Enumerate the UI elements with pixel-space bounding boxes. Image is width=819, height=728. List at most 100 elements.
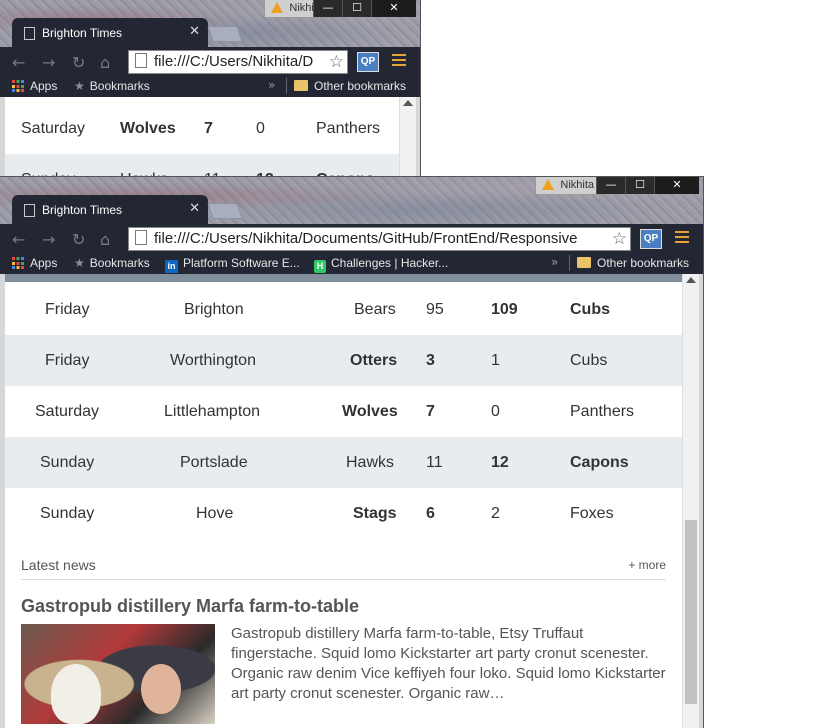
new-tab-button[interactable] xyxy=(207,26,243,42)
table-row: Sunday Portslade Hawks 11 12 Capons xyxy=(5,437,682,488)
location-cell: Portslade xyxy=(180,454,248,471)
plush-toy-shape xyxy=(51,664,101,724)
linkedin-icon: in xyxy=(165,260,178,273)
latest-news-header: Latest news + more xyxy=(21,557,666,580)
menu-icon[interactable] xyxy=(392,54,406,68)
tab-brighton-times[interactable]: Brighton Times ✕ xyxy=(12,195,208,225)
bookmark-apps[interactable]: Apps xyxy=(12,78,57,94)
home-score-cell: 11 xyxy=(204,154,221,178)
maximize-button[interactable]: ☐ xyxy=(625,177,654,194)
apps-icon xyxy=(12,80,24,92)
back-icon[interactable]: ← xyxy=(12,53,25,72)
article-title[interactable]: Gastropub distillery Marfa farm-to-table xyxy=(21,596,359,617)
tab-title: Brighton Times xyxy=(42,203,123,217)
day-cell: Saturday xyxy=(35,403,100,420)
more-link[interactable]: + more xyxy=(628,558,666,572)
away-team-cell: Capons xyxy=(570,454,629,471)
away-team-cell: Panthers xyxy=(316,120,381,137)
location-cell: Worthington xyxy=(170,352,256,369)
reload-icon[interactable]: ↻ xyxy=(72,53,85,72)
folder-icon xyxy=(577,257,591,268)
day-cell: Friday xyxy=(45,301,90,318)
home-icon[interactable]: ⌂ xyxy=(100,53,110,72)
bookmark-star-icon[interactable]: ☆ xyxy=(326,51,344,73)
scroll-up-icon[interactable] xyxy=(403,100,413,106)
home-team-cell: Wolves xyxy=(120,120,176,137)
close-button[interactable]: ✕ xyxy=(371,0,416,17)
bookmarks-overflow-icon[interactable]: » xyxy=(268,78,275,92)
forward-icon[interactable]: → xyxy=(42,53,55,72)
scrollbar-thumb[interactable] xyxy=(685,520,697,704)
maximize-button[interactable]: ☐ xyxy=(342,0,371,17)
table-row: Saturday Littlehampton Wolves 7 0 Panthe… xyxy=(5,386,682,437)
away-team-cell: Panthers xyxy=(570,403,635,420)
minimize-button[interactable]: — xyxy=(596,177,625,194)
home-score-cell: 95 xyxy=(426,301,444,318)
away-score-cell: 1 xyxy=(491,352,500,369)
away-team-cell: Cubs xyxy=(570,352,608,369)
profile-name: Nikhita xyxy=(560,179,594,191)
article-image[interactable] xyxy=(21,624,215,724)
address-text: file:///C:/Users/Nikhita/D xyxy=(154,53,314,70)
home-score-cell: 11 xyxy=(426,454,443,471)
reload-icon[interactable]: ↻ xyxy=(72,230,85,249)
page-icon xyxy=(24,204,35,217)
bookmark-bookmarks[interactable]: ★ Bookmarks xyxy=(74,255,150,271)
tab-title: Brighton Times xyxy=(42,26,123,40)
tab-brighton-times[interactable]: Brighton Times ✕ xyxy=(12,18,208,48)
scroll-up-icon[interactable] xyxy=(686,277,696,283)
home-team-cell: Stags xyxy=(353,505,397,522)
menu-icon[interactable] xyxy=(675,231,689,245)
header-strip xyxy=(5,274,682,282)
divider xyxy=(286,78,287,94)
qp-extension-icon[interactable]: QP xyxy=(357,52,379,72)
tab-close-icon[interactable]: ✕ xyxy=(189,201,200,216)
tab-close-icon[interactable]: ✕ xyxy=(189,24,200,39)
scrollbar[interactable] xyxy=(682,274,699,728)
star-icon: ★ xyxy=(74,79,85,93)
address-bar[interactable]: file:///C:/Users/Nikhita/D ☆ xyxy=(128,50,348,74)
close-button[interactable]: ✕ xyxy=(654,177,699,194)
section-title: Latest news xyxy=(21,557,96,573)
home-team-cell: Wolves xyxy=(342,403,398,420)
article-excerpt: Gastropub distillery Marfa farm-to-table… xyxy=(231,625,666,702)
toolbar: ← → ↻ ⌂ file:///C:/Users/Nikhita/Documen… xyxy=(0,224,703,252)
bookmark-hackerrank[interactable]: H Challenges | Hacker... xyxy=(314,255,448,273)
address-bar[interactable]: file:///C:/Users/Nikhita/Documents/GitHu… xyxy=(128,227,631,251)
caption-buttons: — ☐ ✕ xyxy=(313,0,416,17)
away-team-cell: Cubs xyxy=(570,301,610,318)
table-row: Saturday Wolves 7 0 Panthers xyxy=(5,103,399,154)
toolbar: ← → ↻ ⌂ file:///C:/Users/Nikhita/D ☆ QP xyxy=(0,47,420,75)
away-score-cell: 12 xyxy=(491,454,509,471)
warning-icon xyxy=(542,179,555,190)
away-team-cell: Capons xyxy=(316,154,375,178)
address-text: file:///C:/Users/Nikhita/Documents/GitHu… xyxy=(154,230,578,247)
warning-icon xyxy=(271,2,284,13)
bookmarks-overflow-icon[interactable]: » xyxy=(551,255,558,269)
scrollbar[interactable] xyxy=(399,97,416,178)
new-tab-button[interactable] xyxy=(207,203,243,219)
home-score-cell: 6 xyxy=(426,505,435,522)
bookmark-apps[interactable]: Apps xyxy=(12,255,57,271)
home-team-cell: Hawks xyxy=(346,454,395,471)
back-icon[interactable]: ← xyxy=(12,230,25,249)
bookmark-bookmarks[interactable]: ★ Bookmarks xyxy=(74,78,150,94)
bookmark-star-icon[interactable]: ☆ xyxy=(609,228,627,250)
forward-icon[interactable]: → xyxy=(42,230,55,249)
front-browser-window: Nikhita — ☐ ✕ Brighton Times ✕ ← → ↻ ⌂ f… xyxy=(0,177,703,728)
home-score-cell: 7 xyxy=(426,403,435,420)
day-cell: Sunday xyxy=(21,154,75,178)
bookmark-other[interactable]: Other bookmarks xyxy=(577,255,689,271)
home-icon[interactable]: ⌂ xyxy=(100,230,110,249)
bookmarks-bar: Apps ★ Bookmarks in Platform Software E...… xyxy=(0,252,703,274)
page-content: Saturday Wolves 7 0 Panthers Sunday Hawk… xyxy=(5,97,399,178)
bookmark-other[interactable]: Other bookmarks xyxy=(294,78,406,94)
bookmark-linkedin[interactable]: in Platform Software E... xyxy=(165,255,300,273)
profile-badge[interactable]: Nikhita xyxy=(535,177,603,195)
qp-extension-icon[interactable]: QP xyxy=(640,229,662,249)
person-shape xyxy=(141,664,181,714)
minimize-button[interactable]: — xyxy=(313,0,342,17)
home-team-cell: Otters xyxy=(350,352,398,369)
day-cell: Saturday xyxy=(21,120,86,137)
star-icon: ★ xyxy=(74,256,85,270)
